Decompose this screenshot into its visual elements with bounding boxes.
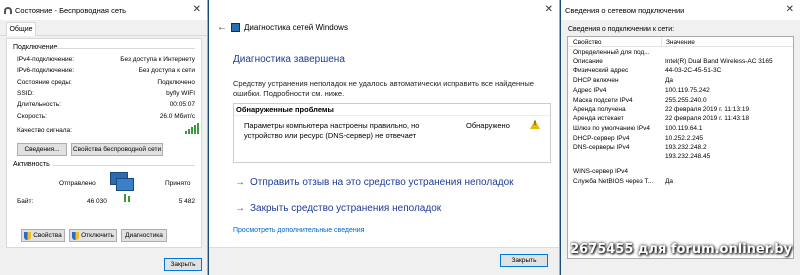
shield-icon: [24, 231, 32, 240]
activity-group-label: Активность: [13, 161, 50, 168]
conn-row: Скорость: 26.0 Мбит/с: [17, 113, 195, 120]
tab-general[interactable]: Общие: [6, 22, 36, 36]
divider: [53, 48, 195, 49]
details-window: Сведения о сетевом подключении ✕ Сведени…: [561, 0, 800, 275]
list-item[interactable]: Описание Intel(R) Dual Band Wireless-AC 3…: [568, 58, 793, 67]
arrow-right-icon: →: [235, 203, 245, 214]
disable-button[interactable]: Отключить: [69, 229, 117, 242]
diagnostics-window: ✕ ← Диагностика сетей Windows Диагностик…: [209, 0, 560, 275]
diag-title: Диагностика сетей Windows: [244, 23, 348, 32]
list-header: Свойство Значение: [568, 37, 793, 47]
conn-row: SSID: byfly WIFI: [17, 90, 195, 97]
col-property[interactable]: Свойство: [573, 39, 602, 46]
diag-close-button[interactable]: Закрыть: [500, 254, 548, 267]
list-item[interactable]: Аренда истекает 22 февраля 2019 г. 11:43:…: [568, 115, 793, 124]
arrow-right-icon: →: [235, 177, 245, 188]
general-panel: Подключение IPv4-подключение: Без доступа…: [6, 38, 202, 248]
close-icon[interactable]: ✕: [193, 4, 201, 15]
col-value[interactable]: Значение: [666, 39, 695, 46]
close-icon[interactable]: ✕: [786, 4, 794, 15]
list-item[interactable]: Физический адрес 44-03-2C-45-51-3C: [568, 67, 793, 76]
list-item[interactable]: Шлюз по умолчанию IPv4 100.119.64.1: [568, 125, 793, 134]
shield-icon: [72, 231, 80, 240]
status-titlebar: Состояние - Беспроводная сеть ✕: [0, 0, 207, 20]
conn-row: Длительность: 00:05:07: [17, 101, 195, 108]
list-item[interactable]: DHCP-сервер IPv4 10.252.2.245: [568, 135, 793, 144]
details-button[interactable]: Сведения...: [17, 143, 67, 156]
activity-labels: Отправлено Принято: [59, 180, 191, 187]
details-title: Сведения о сетевом подключении: [565, 5, 685, 15]
tab-strip: Общие: [0, 20, 207, 36]
back-arrow-icon[interactable]: ←: [217, 22, 227, 33]
more-details-link[interactable]: Просмотреть дополнительные сведения: [233, 227, 364, 234]
list-item[interactable]: 193.232.248.45: [568, 153, 793, 162]
problem-status: Обнаружено: [466, 121, 510, 130]
list-item[interactable]: Адрес IPv4 100.119.75.242: [568, 87, 793, 96]
diag-titlebar: ✕: [209, 0, 559, 20]
feedback-link[interactable]: → Отправить отзыв на это средство устране…: [235, 177, 514, 188]
signal-row: Качество сигнала:: [17, 127, 72, 134]
conn-row: Состояние среды: Подключено: [17, 79, 195, 86]
warning-icon: [530, 120, 540, 129]
diag-paragraph: Средству устранения неполадок не удалось…: [233, 79, 534, 98]
diag-footer: Закрыть: [209, 247, 559, 275]
conn-row: IPv4-подключение: Без доступа к Интернету: [17, 56, 195, 63]
problem-text: Параметры компьютера настроены правильно…: [244, 121, 420, 140]
diag-header: ← Диагностика сетей Windows: [217, 22, 348, 33]
list-item[interactable]: DHCP включен Да: [568, 77, 793, 86]
connection-group-label: Подключение: [13, 44, 58, 51]
close-tool-link[interactable]: → Закрыть средство устранения неполадок: [235, 203, 441, 214]
list-item[interactable]: Служба NetBIOS через Т... Да: [568, 178, 793, 187]
close-button[interactable]: Закрыть: [164, 258, 202, 271]
wifi-icon: [4, 6, 12, 14]
divider: [53, 165, 195, 166]
conn-row: IPv6-подключение: Без доступа к сети: [17, 67, 195, 74]
problems-header: Обнаруженные проблемы: [234, 104, 550, 116]
details-titlebar: Сведения о сетевом подключении ✕: [561, 0, 800, 20]
diag-heading: Диагностика завершена: [233, 54, 345, 65]
signal-strength-icon: [185, 123, 199, 134]
window-title: Состояние - Беспроводная сеть: [15, 5, 127, 15]
bytes-row: Байт: 46 030 5 482: [17, 198, 195, 205]
details-subtitle: Сведения о подключении к сети:: [568, 26, 675, 33]
properties-button[interactable]: Свойства: [21, 229, 65, 242]
status-window: Состояние - Беспроводная сеть ✕ Общие По…: [0, 0, 208, 275]
list-item[interactable]: Аренда получена 22 февраля 2019 г. 11:13:…: [568, 106, 793, 115]
list-item[interactable]: DNS-серверы IPv4 193.232.248.2: [568, 144, 793, 153]
close-icon[interactable]: ✕: [545, 4, 553, 15]
watermark-text: 2675455 для forum.onliner.by: [570, 242, 792, 257]
network-diagnostics-icon: [231, 23, 240, 32]
problems-box: Обнаруженные проблемы Параметры компьюте…: [233, 103, 551, 163]
list-item[interactable]: Определенный для под...: [568, 49, 793, 58]
list-item[interactable]: Маска подсети IPv4 255.255.240.0: [568, 97, 793, 106]
details-list[interactable]: Свойство Значение Определенный для под..…: [567, 36, 794, 259]
diagnose-button[interactable]: Диагностика: [121, 229, 167, 242]
list-item[interactable]: WINS-сервер IPv4: [568, 168, 793, 177]
wireless-properties-button[interactable]: Свойства беспроводной сети: [71, 143, 163, 156]
